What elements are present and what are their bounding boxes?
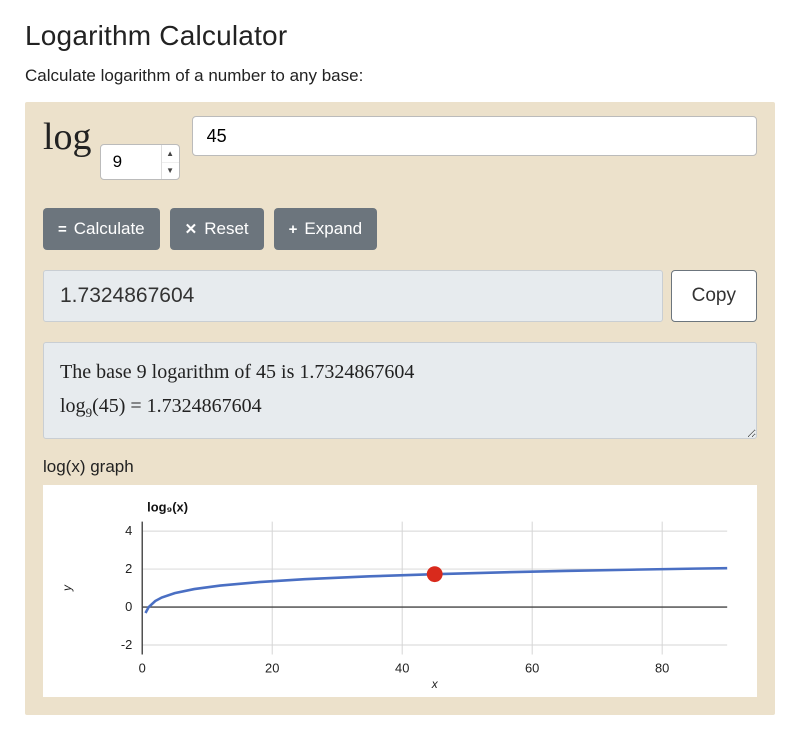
result-output: 1.7324867604	[43, 270, 663, 322]
svg-text:40: 40	[395, 660, 409, 675]
log-chart: 0 20 40 60 80 -2 0 2 4 log₉(x) x y	[53, 493, 747, 693]
explanation-line1: The base 9 logarithm of 45 is 1.73248676…	[60, 355, 740, 389]
svg-text:-2: -2	[121, 637, 132, 652]
svg-text:0: 0	[125, 599, 132, 614]
calculator-panel: log ▲ ▼ = Calculate ✕ Reset + Expand 1.7…	[25, 102, 775, 715]
svg-text:60: 60	[525, 660, 539, 675]
explanation-line2: log9(45) = 1.7324867604	[60, 389, 740, 424]
argument-input[interactable]	[192, 116, 757, 156]
graph-section-title: log(x) graph	[43, 457, 757, 477]
plus-icon: +	[289, 222, 298, 237]
button-row: = Calculate ✕ Reset + Expand	[43, 208, 757, 250]
svg-text:80: 80	[655, 660, 669, 675]
reset-button[interactable]: ✕ Reset	[170, 208, 264, 250]
stepper-down-icon[interactable]: ▼	[162, 163, 179, 180]
base-input[interactable]	[101, 146, 161, 178]
explanation-box[interactable]: The base 9 logarithm of 45 is 1.73248676…	[43, 342, 757, 439]
expand-button-label: Expand	[304, 219, 362, 239]
input-row: log ▲ ▼	[43, 116, 757, 180]
base-input-wrap: ▲ ▼	[100, 144, 180, 180]
explanation-log-prefix: log	[60, 395, 86, 417]
svg-text:0: 0	[139, 660, 146, 675]
log-label: log	[43, 116, 94, 156]
page-subtitle: Calculate logarithm of a number to any b…	[25, 66, 775, 86]
calculate-button-label: Calculate	[74, 219, 145, 239]
svg-text:x: x	[431, 677, 439, 691]
svg-text:20: 20	[265, 660, 279, 675]
svg-text:log₉(x): log₉(x)	[147, 500, 188, 515]
explanation-log-rest: (45) = 1.7324867604	[92, 395, 262, 417]
svg-text:y: y	[60, 584, 74, 592]
calculate-button[interactable]: = Calculate	[43, 208, 160, 250]
close-icon: ✕	[185, 222, 198, 237]
copy-button[interactable]: Copy	[671, 270, 757, 322]
base-stepper[interactable]: ▲ ▼	[161, 145, 179, 179]
reset-button-label: Reset	[204, 219, 248, 239]
stepper-up-icon[interactable]: ▲	[162, 145, 179, 163]
result-row: 1.7324867604 Copy	[43, 270, 757, 322]
page-title: Logarithm Calculator	[25, 20, 775, 52]
svg-text:4: 4	[125, 523, 132, 538]
equals-icon: =	[58, 222, 67, 237]
chart-card: 0 20 40 60 80 -2 0 2 4 log₉(x) x y	[43, 485, 757, 697]
expand-button[interactable]: + Expand	[274, 208, 377, 250]
svg-text:2: 2	[125, 561, 132, 576]
